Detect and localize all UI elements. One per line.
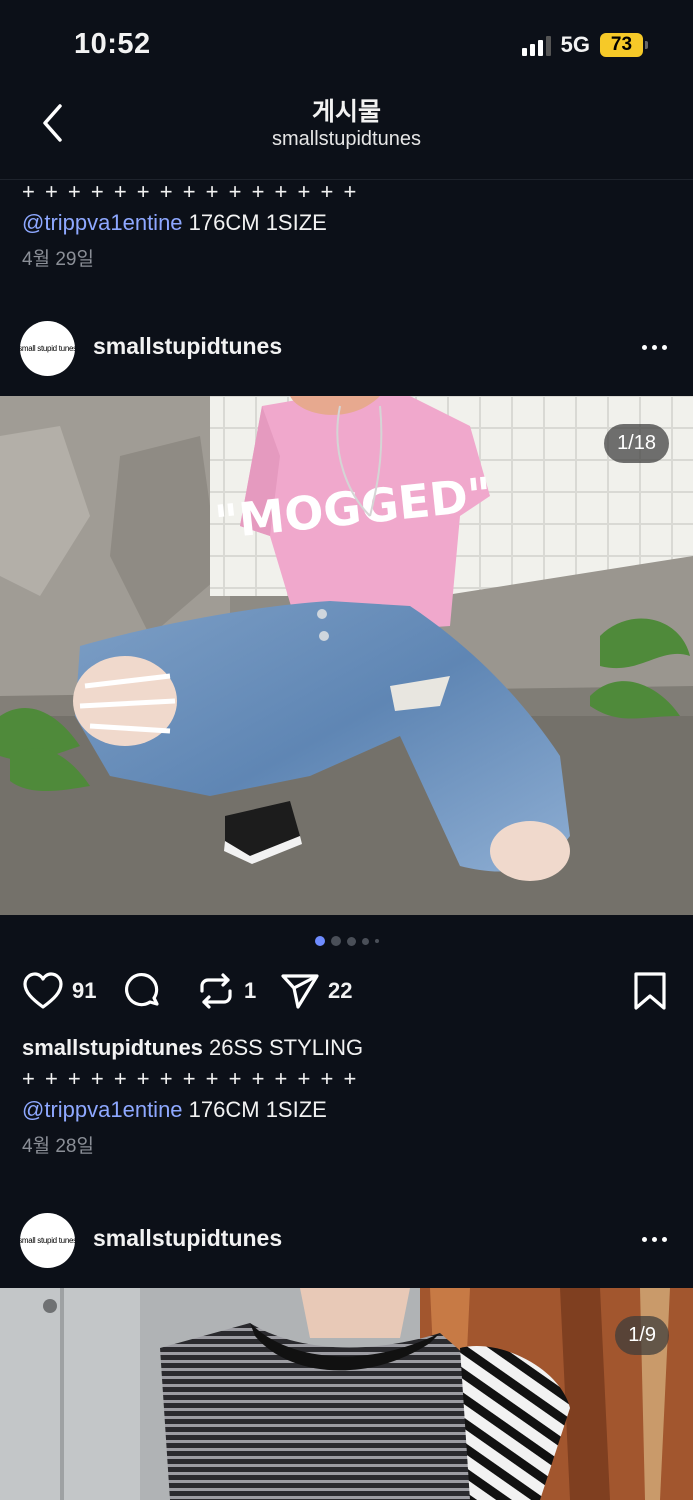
image-counter: 1/18: [604, 424, 669, 463]
next-post-author-row: small stupid tunes smallstupidtunes: [0, 1206, 693, 1276]
author-username[interactable]: smallstupidtunes: [93, 333, 282, 360]
more-options-button[interactable]: [639, 337, 669, 357]
avatar[interactable]: small stupid tunes: [20, 321, 75, 376]
network-type: 5G: [560, 32, 590, 57]
bookmark-icon: [634, 972, 666, 1010]
carousel-dots: [0, 936, 693, 946]
status-bar: 10:52 5G 73: [0, 0, 693, 90]
mention-link[interactable]: @trippva1entine: [22, 210, 183, 235]
signal-icon: [521, 34, 551, 56]
mention-link[interactable]: @trippva1entine: [22, 1097, 183, 1122]
page-subtitle: smallstupidtunes: [272, 128, 421, 150]
repost-count: 1: [244, 978, 257, 1003]
photo-illustration: "MOGGED": [0, 396, 693, 915]
comment-icon: [125, 973, 159, 1007]
repost-icon: [200, 973, 232, 1009]
post-date: 4월 29일: [22, 249, 94, 270]
heart-icon: [23, 972, 63, 1009]
prev-post-caption: + + + + + + + + + + + + + + + @trippva1e…: [22, 176, 358, 275]
author-username[interactable]: smallstupidtunes: [93, 1225, 282, 1252]
caption-username[interactable]: smallstupidtunes: [22, 1035, 203, 1060]
avatar-logo-text: small stupid tunes: [20, 1236, 75, 1245]
carousel-dot: [346, 936, 356, 946]
status-time: 10:52: [74, 28, 151, 60]
post-actions: 91 1 22: [0, 968, 693, 1014]
caption-plus-line: + + + + + + + + + + + + + + +: [22, 1066, 359, 1091]
caption-plus-line: + + + + + + + + + + + + + + +: [22, 179, 359, 204]
comment-button[interactable]: [124, 968, 164, 1014]
post-header: 게시물 smallstupidtunes: [0, 90, 693, 180]
save-button[interactable]: [632, 968, 668, 1014]
post-caption: smallstupidtunes 26SS STYLING + + + + + …: [22, 1032, 363, 1162]
repost-button[interactable]: 1: [196, 968, 256, 1014]
caption-size-text: 176CM 1SIZE: [182, 210, 327, 235]
send-icon: [281, 974, 319, 1009]
post-author-row: small stupid tunes smallstupidtunes: [0, 314, 693, 384]
photo-illustration: [0, 1288, 693, 1500]
carousel-dot: [374, 939, 379, 943]
caption-size-text: 176CM 1SIZE: [182, 1097, 327, 1122]
next-post-photo[interactable]: 1/9: [0, 1288, 693, 1500]
status-indicators: 5G 73: [521, 32, 648, 58]
more-options-button[interactable]: [639, 1229, 669, 1249]
carousel-dot: [361, 937, 369, 945]
battery-level: 73: [600, 33, 643, 57]
avatar-logo-text: small stupid tunes: [20, 344, 75, 353]
image-counter: 1/9: [615, 1316, 669, 1355]
like-button[interactable]: 91: [22, 968, 96, 1014]
share-count: 22: [328, 978, 353, 1003]
carousel-dot: [330, 936, 341, 946]
carousel-dot-active: [314, 936, 325, 946]
battery-icon: 73: [600, 33, 648, 57]
post-date: 4월 28일: [22, 1136, 94, 1157]
avatar[interactable]: small stupid tunes: [20, 1213, 75, 1268]
post-photo[interactable]: "MOGGED" 1/18: [0, 396, 693, 915]
like-count: 91: [72, 978, 97, 1003]
caption-text: 26SS STYLING: [202, 1035, 364, 1060]
share-button[interactable]: 22: [280, 968, 352, 1014]
page-title: 게시물: [311, 98, 381, 126]
